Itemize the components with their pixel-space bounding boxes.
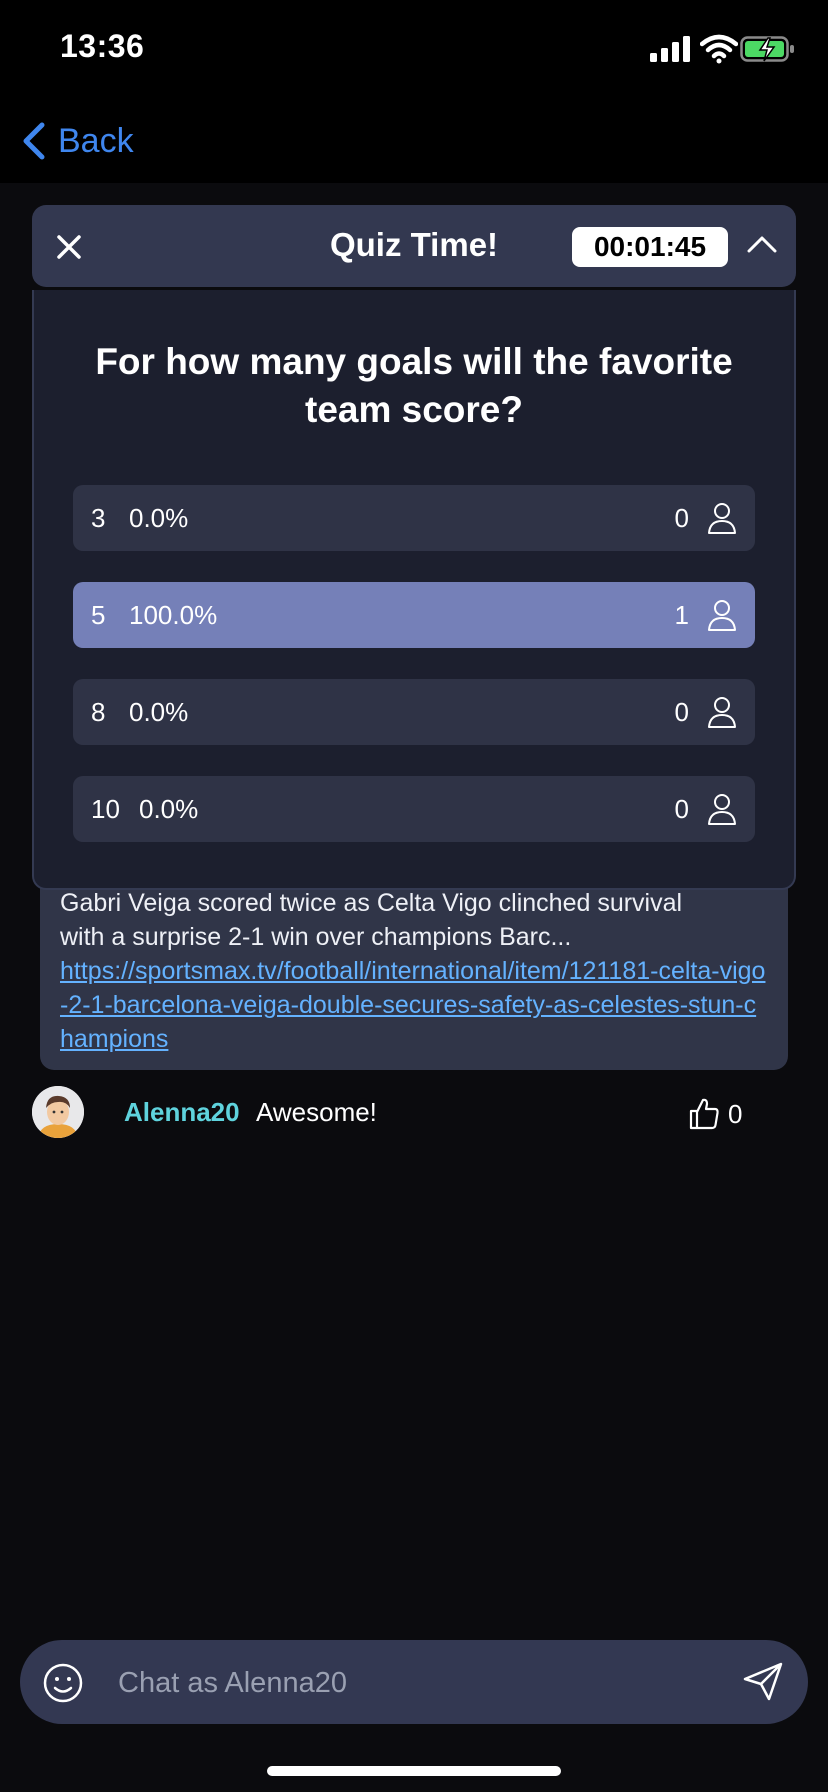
quiz-question: For how many goals will the favorite tea… [95, 341, 733, 430]
news-snippet-partial: Gabri Veiga scored twice as Celta Vigo c… [60, 889, 683, 917]
chevron-left-icon [23, 122, 45, 160]
user-avatar-icon [32, 1086, 84, 1138]
back-button[interactable]: Back [22, 116, 134, 166]
back-label: Back [58, 121, 134, 160]
option-percent: 100.0% [129, 600, 218, 630]
option-percent: 0.0% [129, 503, 189, 533]
option-value: 10 [91, 794, 120, 824]
like-count: 0 [728, 1099, 743, 1129]
battery-charging-icon [740, 36, 794, 62]
option-vote-count: 0 [674, 697, 689, 727]
status-time: 13:36 [60, 28, 145, 64]
option-percent: 0.0% [139, 794, 199, 824]
smiley-icon[interactable] [42, 1662, 84, 1704]
quiz-option-10[interactable]: 10 0.0% 0 [73, 776, 755, 842]
quiz-timer: 00:01:45 [572, 227, 728, 267]
chevron-up-icon[interactable] [746, 231, 778, 257]
option-percent: 0.0% [129, 697, 189, 727]
quiz-option-3[interactable]: 3 0.0% 0 [73, 485, 755, 551]
option-value: 5 [91, 600, 106, 630]
avatar[interactable] [32, 1086, 84, 1138]
news-link[interactable]: https://sportsmax.tv/football/internatio… [60, 957, 765, 1053]
user-icon [708, 600, 736, 631]
option-value: 3 [91, 503, 106, 533]
send-icon[interactable] [742, 1660, 784, 1702]
option-vote-count: 0 [674, 503, 689, 533]
message-username[interactable]: Alenna20 [124, 1097, 240, 1128]
quiz-option-5[interactable]: 5 100.0% 1 [73, 582, 755, 648]
chat-input[interactable] [116, 1652, 710, 1714]
news-snippet: with a surprise 2-1 win over champions B… [60, 923, 572, 951]
quiz-option-8[interactable]: 8 0.0% 0 [73, 679, 755, 745]
option-value: 8 [91, 697, 106, 727]
user-icon [708, 697, 736, 728]
option-vote-count: 0 [674, 794, 689, 824]
message-text: Awesome! [256, 1097, 377, 1127]
thumbs-up-icon[interactable] [688, 1096, 720, 1130]
home-indicator[interactable] [267, 1766, 561, 1776]
option-vote-count: 1 [674, 600, 689, 630]
user-icon [708, 794, 736, 825]
user-icon [708, 503, 736, 534]
wifi-icon [700, 34, 738, 64]
cellular-signal-icon [650, 36, 690, 62]
